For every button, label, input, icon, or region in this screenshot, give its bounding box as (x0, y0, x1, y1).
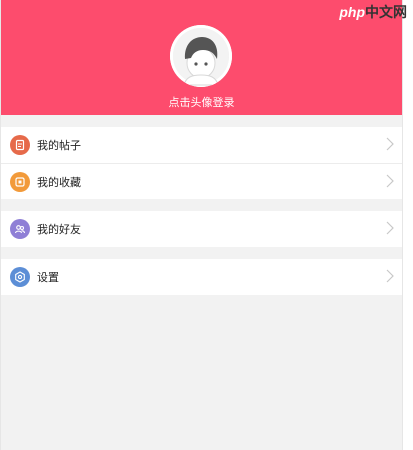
favorites-icon (10, 171, 30, 192)
chevron-right-icon (386, 221, 394, 235)
menu-item-my-posts[interactable]: 我的帖子 (1, 127, 402, 163)
login-prompt[interactable]: 点击头像登录 (1, 94, 402, 110)
menu-item-settings[interactable]: 设置 (1, 259, 402, 295)
menu-group-settings: 设置 (1, 259, 402, 295)
menu-item-label: 我的好友 (37, 223, 81, 236)
default-avatar-icon (173, 28, 229, 86)
menu-group-social: 我的好友 (1, 211, 402, 247)
menu-group-content: 我的帖子 我的收藏 (1, 127, 402, 199)
friends-icon (10, 219, 30, 239)
menu-item-label: 设置 (37, 271, 59, 284)
chevron-right-icon (386, 174, 394, 188)
menu-item-label: 我的帖子 (37, 139, 81, 152)
menu-item-my-friends[interactable]: 我的好友 (1, 211, 402, 247)
menu-item-my-favorites[interactable]: 我的收藏 (1, 163, 402, 199)
settings-icon (10, 267, 30, 287)
chevron-right-icon (386, 137, 394, 151)
avatar[interactable] (170, 25, 232, 87)
app-frame: 点击头像登录 我的帖子 我的收藏 我的好友 设置 (0, 0, 403, 450)
chevron-right-icon (386, 269, 394, 283)
post-icon (10, 135, 30, 155)
menu-item-label: 我的收藏 (37, 175, 81, 189)
watermark-logo: php中文网 (339, 4, 407, 20)
